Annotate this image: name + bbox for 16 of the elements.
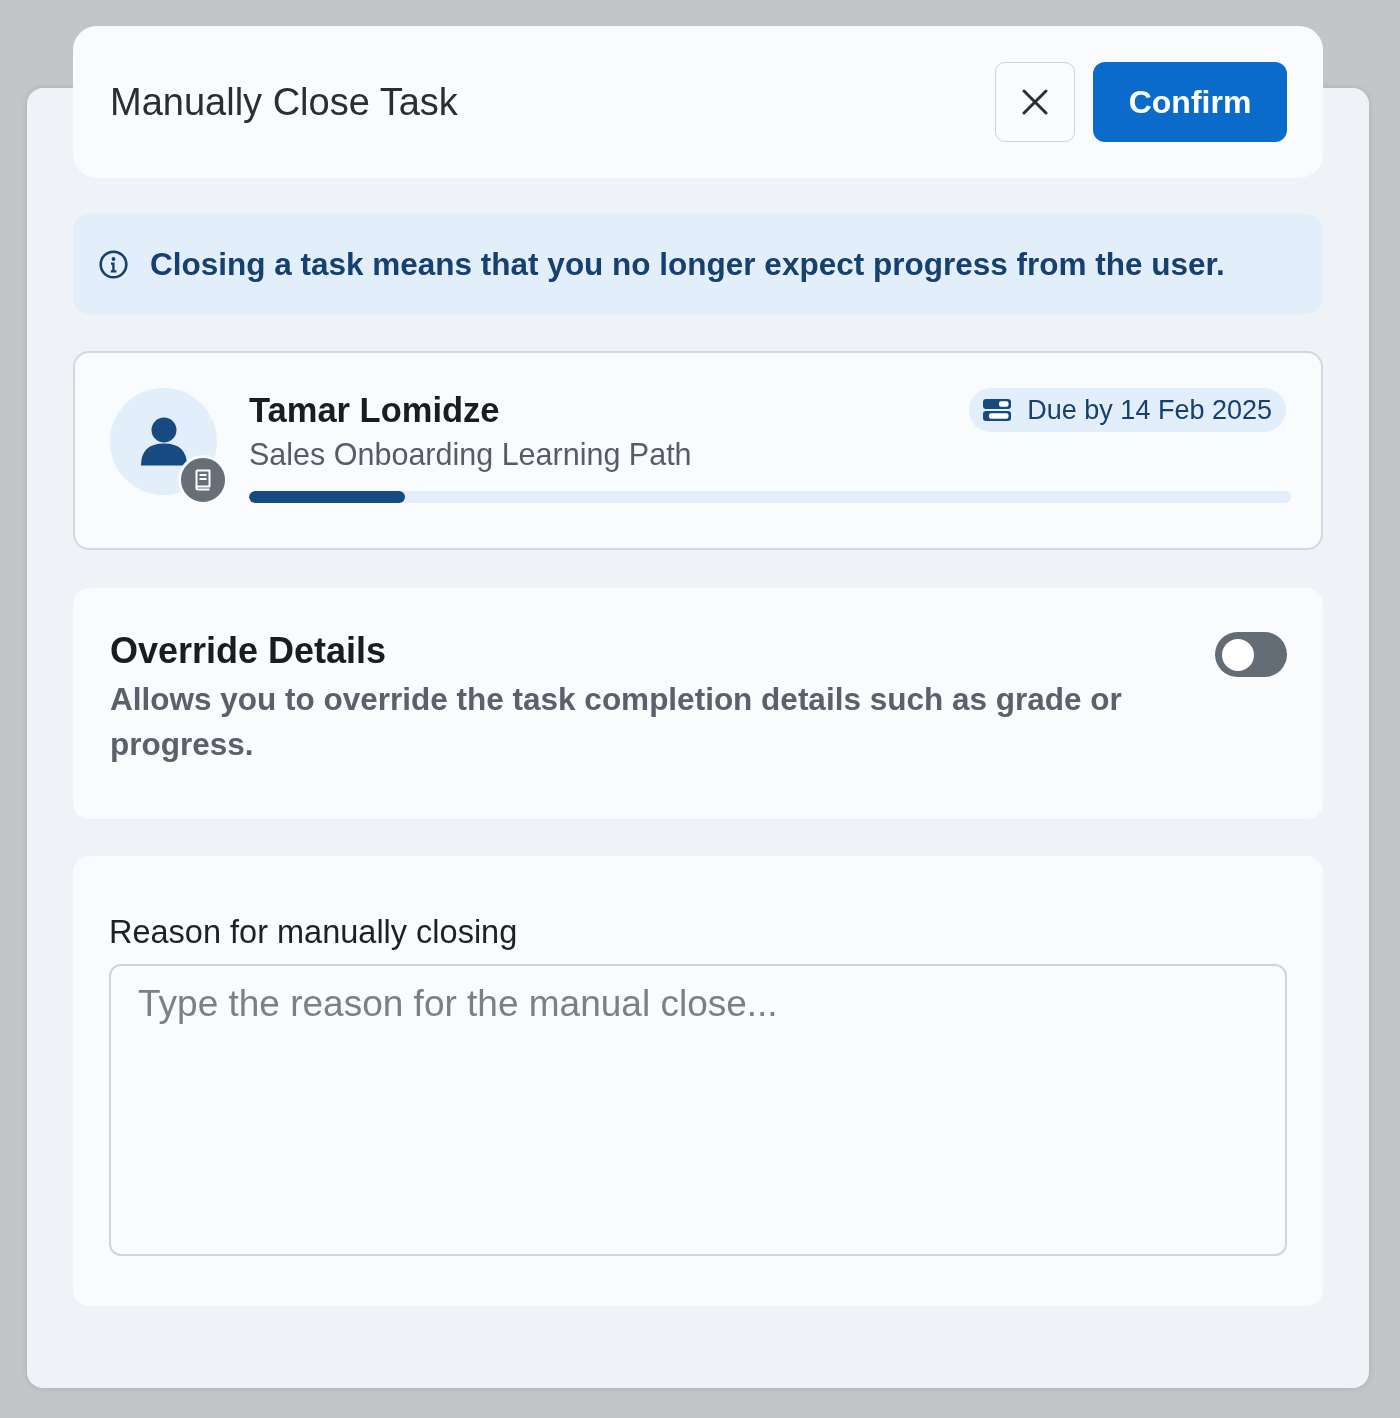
stacked-bars-icon <box>983 399 1012 421</box>
override-toggle[interactable] <box>1215 632 1287 677</box>
dialog-title: Manually Close Task <box>110 80 459 125</box>
info-message: Closing a task means that you no longer expect progress from the user. <box>150 245 1225 283</box>
close-icon <box>1022 89 1048 115</box>
info-icon <box>99 249 128 279</box>
assignee-name: Tamar Lomidze <box>249 390 501 431</box>
reason-label: Reason for manually closing <box>109 914 518 950</box>
confirm-button[interactable]: Confirm <box>1093 62 1287 142</box>
learning-path-name: Sales Onboarding Learning Path <box>249 436 692 472</box>
override-title: Override Details <box>110 631 388 671</box>
due-date-text: Due by 14 Feb 2025 <box>1027 394 1272 426</box>
reason-field[interactable]: Type the reason for the manual close... <box>109 964 1287 1256</box>
override-description: Allows you to override the task completion details such as grade or progress. <box>110 680 1123 764</box>
close-button[interactable] <box>995 62 1075 142</box>
book-icon <box>178 455 228 505</box>
